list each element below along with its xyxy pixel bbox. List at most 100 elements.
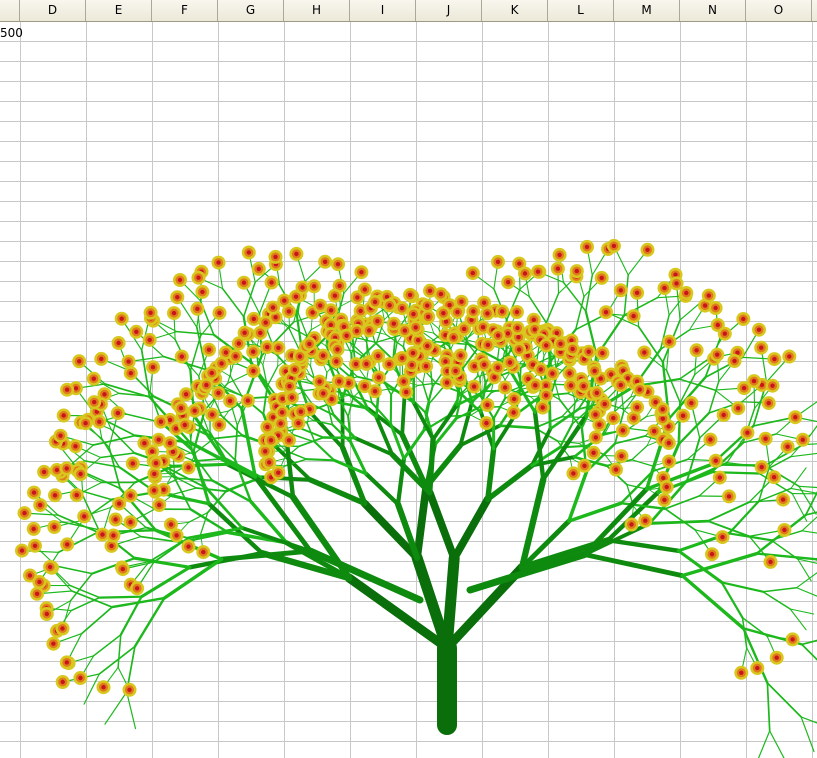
flower-blossom bbox=[251, 261, 266, 276]
flower-blossom bbox=[594, 270, 609, 285]
flower-blossom bbox=[237, 325, 252, 340]
flower-blossom bbox=[767, 470, 782, 485]
flower-blossom bbox=[56, 408, 71, 423]
flower-blossom bbox=[716, 408, 731, 422]
flower-blossom bbox=[368, 295, 383, 309]
flower-blossom bbox=[123, 488, 138, 503]
tree-branch bbox=[796, 587, 817, 597]
flower-blossom bbox=[761, 396, 776, 411]
flower-blossom bbox=[264, 275, 279, 290]
flower-blossom bbox=[15, 543, 29, 558]
flower-blossom bbox=[26, 521, 41, 536]
tree-branch bbox=[322, 436, 357, 440]
tree-branch bbox=[680, 551, 759, 578]
flower-blossom bbox=[655, 402, 670, 417]
flower-blossom bbox=[246, 364, 261, 378]
tree-branch bbox=[485, 462, 535, 502]
flower-blossom bbox=[174, 401, 188, 416]
tree-branch bbox=[288, 328, 300, 350]
tree-branch bbox=[173, 487, 198, 495]
flower-blossom bbox=[403, 287, 418, 302]
flower-blossom bbox=[106, 528, 121, 543]
tree-branch bbox=[665, 369, 681, 404]
flower-blossom bbox=[640, 242, 655, 257]
flower-blossom bbox=[701, 288, 716, 303]
flower-blossom bbox=[676, 408, 691, 423]
flower-blossom bbox=[632, 382, 647, 397]
tree-branch bbox=[769, 730, 785, 758]
flower-blossom bbox=[767, 352, 782, 367]
tree-branch bbox=[189, 508, 230, 534]
tree-branch bbox=[800, 643, 817, 661]
flower-blossom bbox=[289, 246, 304, 261]
flower-blossom bbox=[258, 315, 273, 330]
flower-blossom bbox=[30, 586, 45, 601]
flower-blossom bbox=[448, 363, 463, 378]
tree-branch bbox=[332, 413, 357, 440]
flower-blossom bbox=[539, 388, 554, 403]
flower-blossom bbox=[211, 255, 226, 270]
flower-blossom bbox=[659, 480, 674, 494]
flower-blossom bbox=[657, 492, 672, 507]
flower-blossom bbox=[731, 401, 746, 416]
flower-blossom bbox=[241, 245, 256, 260]
tree-branch bbox=[425, 488, 459, 563]
tree-branch bbox=[800, 639, 817, 646]
flower-blossom bbox=[785, 632, 800, 647]
flower-blossom bbox=[754, 460, 769, 475]
flower-blossom bbox=[354, 265, 369, 280]
flower-blossom bbox=[331, 257, 345, 272]
flower-blossom bbox=[72, 354, 87, 369]
flower-blossom bbox=[177, 418, 192, 432]
tree-branch bbox=[363, 471, 401, 507]
tree-branch bbox=[80, 606, 113, 635]
flower-blossom bbox=[260, 420, 275, 434]
flower-blossom bbox=[211, 386, 226, 400]
tree-branch bbox=[766, 682, 802, 718]
tree-drawing bbox=[15, 238, 817, 758]
flower-blossom bbox=[86, 371, 101, 386]
flower-blossom bbox=[53, 428, 68, 443]
flower-blossom bbox=[684, 396, 699, 410]
tree-branch bbox=[558, 398, 583, 430]
flower-blossom bbox=[143, 305, 158, 320]
flower-blossom bbox=[613, 283, 628, 298]
flower-blossom bbox=[312, 374, 327, 389]
flower-blossom bbox=[59, 655, 74, 670]
tree-branch bbox=[614, 435, 647, 445]
flower-blossom bbox=[669, 276, 684, 291]
tree-branch bbox=[139, 565, 192, 599]
flower-blossom bbox=[60, 537, 75, 552]
flower-blossom bbox=[39, 607, 54, 621]
flower-blossom bbox=[240, 393, 255, 408]
flower-blossom bbox=[73, 671, 88, 685]
flower-blossom bbox=[271, 340, 286, 355]
tree-branch bbox=[92, 634, 122, 657]
flower-blossom bbox=[539, 338, 554, 353]
flower-blossom bbox=[518, 266, 532, 281]
flower-blossom bbox=[606, 411, 621, 426]
flower-blossom bbox=[137, 436, 152, 451]
flower-blossom bbox=[490, 360, 505, 375]
flower-blossom bbox=[535, 400, 550, 415]
flower-blossom bbox=[479, 416, 494, 431]
flower-blossom bbox=[60, 382, 75, 397]
flower-blossom bbox=[68, 439, 83, 454]
tree-branch bbox=[99, 452, 136, 459]
flower-blossom bbox=[528, 378, 543, 393]
flower-blossom bbox=[94, 351, 109, 366]
flower-blossom bbox=[553, 336, 568, 351]
tree-branch bbox=[574, 295, 585, 331]
flower-blossom bbox=[552, 247, 567, 262]
flower-blossom bbox=[763, 554, 778, 569]
tree-branch bbox=[545, 292, 560, 324]
flower-blossom bbox=[174, 349, 189, 364]
spreadsheet-sheet[interactable]: DEFGHIJKLMNO 500 bbox=[0, 0, 817, 758]
tree-branch bbox=[664, 507, 696, 531]
flower-blossom bbox=[453, 348, 468, 363]
flower-blossom bbox=[703, 432, 718, 447]
flower-blossom bbox=[420, 339, 435, 353]
flower-blossom bbox=[734, 665, 749, 680]
flower-blossom bbox=[503, 355, 517, 370]
flower-blossom bbox=[329, 354, 344, 369]
